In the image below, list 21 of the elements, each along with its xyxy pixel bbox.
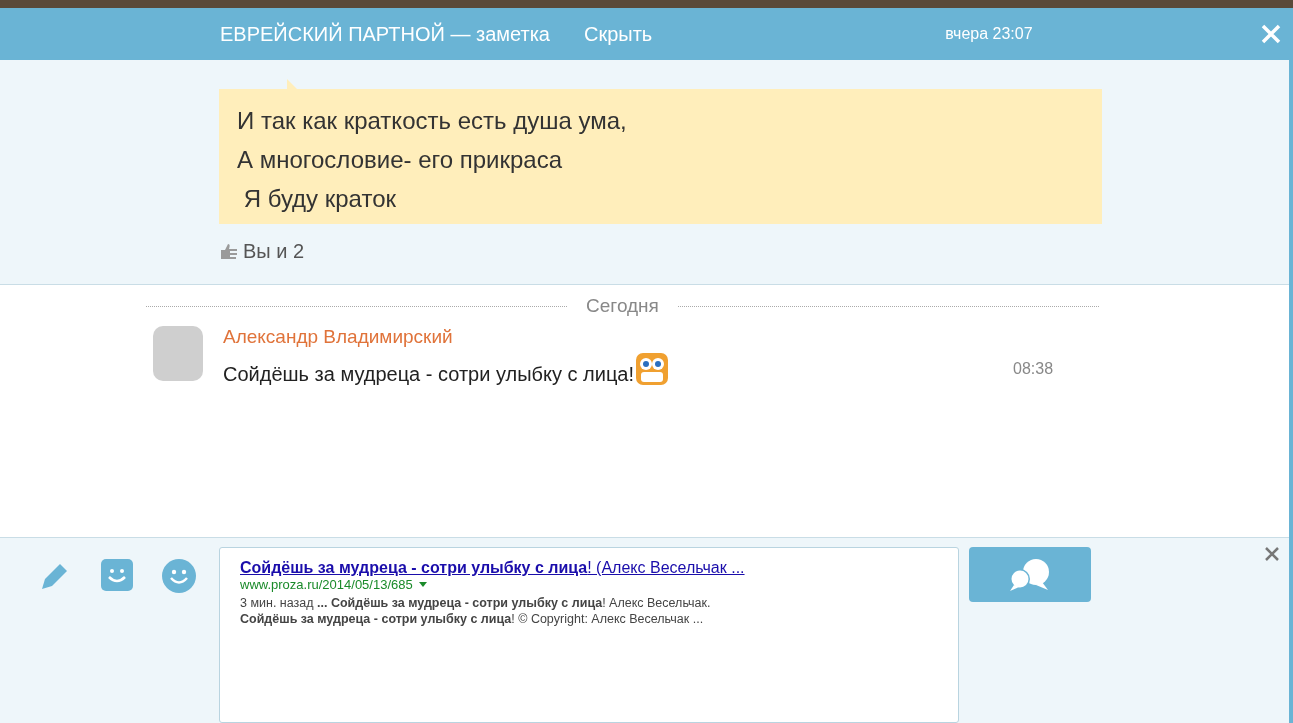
message-time: 08:38 [1013,360,1054,378]
result-url: www.proza.ru/2014/05/13/685 [240,577,413,592]
avatar-photo-placeholder[interactable] [153,326,203,381]
note-line: А многословие- его прикраса [237,145,564,175]
search-result-link[interactable]: Сойдёшь за мудреца - сотри улыбку с лица! (Алекс Весельчак ... [240,559,745,577]
grinning-emoji-icon [635,352,670,386]
result-snippet: Сойдёшь за мудреца - сотри улыбку с лица! © Copyright: Алекс Весельчак ... [240,611,705,627]
message-text: Сойдёшь за мудреца - сотри улыбку с лица! [223,363,635,386]
thumbs-up-icon[interactable] [219,241,239,262]
message-input[interactable] [219,547,959,723]
smiley-square-icon[interactable] [101,559,133,591]
send-button[interactable] [969,547,1091,602]
caret-icon[interactable] [418,582,427,587]
close-icon[interactable] [1265,547,1279,561]
likes-count[interactable]: Вы и 2 [243,240,305,263]
smiley-icon[interactable] [162,559,196,593]
note-title: ЕВРЕЙСКИЙ ПАРТНОЙ — заметка [220,22,550,46]
result-snippet: 3 мин. назад ... Сойдёшь за мудреца - сотри улыбку с лица! Алекс Весельчак. [240,595,712,611]
note-time: вчера 23:07 [945,25,1033,43]
note-line: И так как краткость есть душа ума, [237,106,628,136]
note-line: Я буду краток [242,184,397,214]
